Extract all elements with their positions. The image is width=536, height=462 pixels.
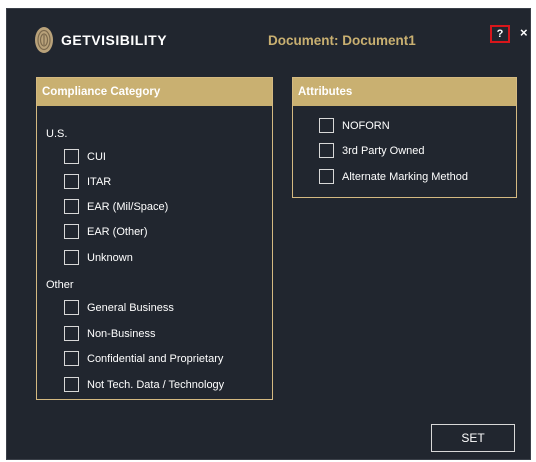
checkbox[interactable] (64, 199, 79, 214)
checkbox-label: General Business (87, 301, 174, 314)
compliance-category-header: Compliance Category (37, 78, 272, 106)
checkbox[interactable] (64, 300, 79, 315)
checkbox[interactable] (64, 174, 79, 189)
checkbox[interactable] (64, 351, 79, 366)
fingerprint-icon (35, 27, 53, 53)
checkbox-label: Not Tech. Data / Technology (87, 378, 225, 391)
set-button[interactable]: SET (431, 424, 515, 452)
checkbox[interactable] (319, 118, 334, 133)
close-button[interactable]: × (520, 25, 528, 41)
us-group-label: U.S. (46, 128, 68, 140)
checkbox-row-general-business[interactable]: General Business (64, 300, 174, 315)
classification-dialog: GETVISIBILITY Document: Document1 ? × Co… (6, 8, 531, 460)
checkbox-row-ear-mil-space[interactable]: EAR (Mil/Space) (64, 199, 168, 214)
checkbox-label: Non-Business (87, 327, 156, 340)
attributes-panel: Attributes NOFORN 3rd Party Owned Altern… (292, 77, 517, 198)
brand-logo: GETVISIBILITY (34, 26, 167, 54)
help-button[interactable]: ? (490, 25, 510, 43)
attributes-header: Attributes (293, 78, 516, 106)
checkbox-label: 3rd Party Owned (342, 144, 425, 157)
checkbox[interactable] (64, 326, 79, 341)
checkbox-row-3rd-party-owned[interactable]: 3rd Party Owned (319, 143, 425, 158)
checkbox-label: Unknown (87, 251, 133, 264)
other-group-label: Other (46, 279, 74, 291)
checkbox-label: ITAR (87, 175, 112, 188)
checkbox-row-itar[interactable]: ITAR (64, 174, 111, 189)
checkbox-row-alternate-marking[interactable]: Alternate Marking Method (319, 169, 468, 184)
checkbox-label: NOFORN (342, 119, 390, 132)
document-title: Document: Document1 (268, 33, 416, 48)
brand-name: GETVISIBILITY (61, 32, 168, 48)
checkbox-row-ear-other[interactable]: EAR (Other) (64, 224, 148, 239)
checkbox[interactable] (64, 224, 79, 239)
checkbox-row-cui[interactable]: CUI (64, 149, 106, 164)
checkbox-row-unknown[interactable]: Unknown (64, 250, 133, 265)
checkbox-label: Alternate Marking Method (342, 170, 468, 183)
checkbox-label: EAR (Other) (87, 225, 148, 238)
checkbox-row-not-tech-data[interactable]: Not Tech. Data / Technology (64, 377, 224, 392)
checkbox[interactable] (319, 143, 334, 158)
checkbox[interactable] (319, 169, 334, 184)
checkbox[interactable] (64, 149, 79, 164)
checkbox[interactable] (64, 377, 79, 392)
checkbox-row-non-business[interactable]: Non-Business (64, 326, 155, 341)
compliance-category-panel: Compliance Category U.S. CUI ITAR EAR (M… (36, 77, 273, 400)
checkbox-label: CUI (87, 150, 106, 163)
checkbox-label: EAR (Mil/Space) (87, 200, 169, 213)
checkbox-row-noforn[interactable]: NOFORN (319, 118, 390, 133)
checkbox-label: Confidential and Proprietary (87, 352, 224, 365)
checkbox[interactable] (64, 250, 79, 265)
checkbox-row-confidential-proprietary[interactable]: Confidential and Proprietary (64, 351, 223, 366)
